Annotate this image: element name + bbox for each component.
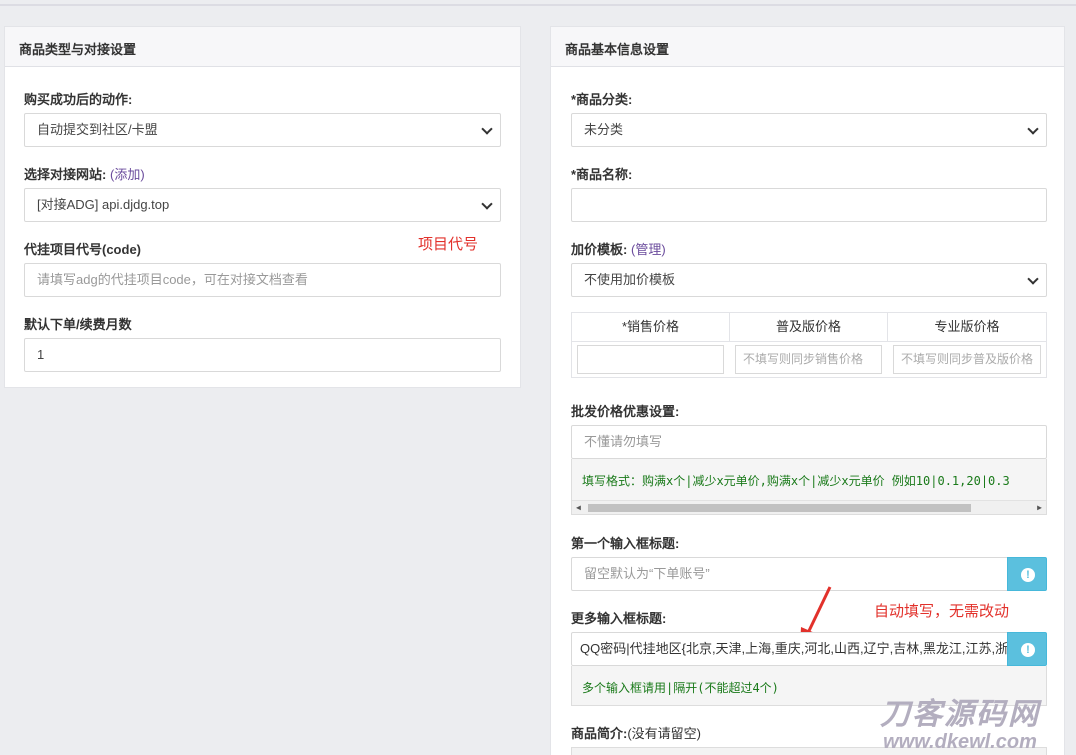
markup-select[interactable]: 不使用加价模板 bbox=[571, 263, 1047, 297]
chevron-down-icon bbox=[1027, 123, 1039, 135]
name-input[interactable] bbox=[571, 188, 1047, 222]
markup-select-value: 不使用加价模板 bbox=[584, 272, 676, 287]
wholesale-help-text: 填写格式：购满x个|减少x元单价,购满x个|减少x元单价 例如10|0.1,20… bbox=[582, 474, 1010, 488]
first-input-label: 第一个输入框标题: bbox=[571, 536, 680, 551]
sale-price-input[interactable] bbox=[577, 345, 724, 374]
pro-price-input[interactable]: 不填写则同步普及版价格 bbox=[893, 345, 1041, 374]
watermark-name: 刀客源码网 bbox=[880, 698, 1040, 731]
first-input-info-button[interactable]: ! bbox=[1007, 557, 1047, 591]
markup-manage-close: ) bbox=[661, 242, 666, 257]
price-header-pro: 专业版价格 bbox=[934, 319, 1000, 334]
wholesale-help-box: 填写格式：购满x个|减少x元单价,购满x个|减少x元单价 例如10|0.1,20… bbox=[571, 459, 1047, 515]
project-code-annotation: 项目代号 bbox=[418, 236, 479, 253]
wholesale-label: 批发价格优惠设置: bbox=[571, 404, 680, 419]
table-divider bbox=[572, 341, 1046, 342]
exclamation-circle-icon: ! bbox=[1021, 568, 1035, 582]
markup-label-text: 加价模板: bbox=[571, 242, 628, 257]
name-label: *商品名称: bbox=[571, 167, 633, 182]
site-select-value: [对接ADG] api.djdg.top bbox=[37, 197, 170, 212]
category-select[interactable]: 未分类 bbox=[571, 113, 1047, 147]
panel-title: 商品类型与对接设置 bbox=[5, 27, 520, 67]
code-input[interactable]: 请填写adg的代挂项目code，可在对接文档查看 bbox=[24, 263, 501, 297]
markup-label: 加价模板: (管理) bbox=[571, 239, 666, 258]
site-watermark: 刀客源码网 www.dkewl.com bbox=[855, 698, 1065, 753]
intro-label-text: 商品简介: bbox=[571, 726, 628, 741]
action-label: 购买成功后的动作: bbox=[24, 92, 133, 107]
category-select-value: 未分类 bbox=[584, 122, 624, 137]
category-label: *商品分类: bbox=[571, 92, 633, 107]
exclamation-circle-icon: ! bbox=[1021, 643, 1035, 657]
price-table: *销售价格 普及版价格 专业版价格 不填写则同步销售价格 不填写则同步普及版价格 bbox=[571, 312, 1047, 378]
code-label: 代挂项目代号(code) bbox=[24, 242, 142, 257]
top-divider bbox=[0, 4, 1076, 6]
price-header-sale: *销售价格 bbox=[572, 313, 730, 341]
site-add-link[interactable]: 添加 bbox=[114, 167, 140, 182]
chevron-down-icon bbox=[481, 123, 493, 135]
site-label: 选择对接网站: (添加) bbox=[24, 164, 145, 183]
action-select[interactable]: 自动提交到社区/卡盟 bbox=[24, 113, 501, 147]
chevron-down-icon bbox=[481, 198, 493, 210]
site-label-text: 选择对接网站: bbox=[24, 167, 107, 182]
scrollbar-thumb[interactable] bbox=[588, 504, 971, 512]
markup-manage-link[interactable]: 管理 bbox=[635, 242, 661, 257]
chevron-down-icon bbox=[1027, 273, 1039, 285]
site-select[interactable]: [对接ADG] api.djdg.top bbox=[24, 188, 501, 222]
action-select-value: 自动提交到社区/卡盟 bbox=[37, 122, 158, 137]
months-input[interactable]: 1 bbox=[24, 338, 501, 372]
more-input-title-field[interactable]: QQ密码|代挂地区{北京,天津,上海,重庆,河北,山西,辽宁,吉林,黑龙江,江苏… bbox=[571, 632, 1008, 666]
intro-label-note: (没有请留空) bbox=[627, 726, 702, 741]
wholesale-input[interactable]: 不懂请勿填写 bbox=[571, 425, 1047, 459]
basic-price-input[interactable]: 不填写则同步销售价格 bbox=[735, 345, 882, 374]
panel-title: 商品基本信息设置 bbox=[551, 27, 1064, 67]
price-header-basic: 普及版价格 bbox=[730, 313, 888, 341]
more-input-info-button[interactable]: ! bbox=[1007, 632, 1047, 666]
months-label: 默认下单/续费月数 bbox=[24, 317, 132, 332]
intro-label: 商品简介:(没有请留空) bbox=[571, 723, 701, 742]
auto-fill-annotation: 自动填写，无需改动 bbox=[874, 603, 1010, 620]
more-input-label: 更多输入框标题: bbox=[571, 611, 667, 626]
scroll-left-icon[interactable]: ◀ bbox=[576, 504, 581, 512]
first-input-title-field[interactable]: 留空默认为“下单账号” bbox=[571, 557, 1008, 591]
more-input-help-text: 多个输入框请用|隔开(不能超过4个) bbox=[582, 681, 779, 695]
site-add-close: ) bbox=[140, 167, 145, 182]
watermark-url: www.dkewl.com bbox=[883, 731, 1037, 753]
horizontal-scrollbar[interactable]: ◀ ▶ bbox=[572, 500, 1046, 514]
scroll-right-icon[interactable]: ▶ bbox=[1037, 504, 1042, 512]
